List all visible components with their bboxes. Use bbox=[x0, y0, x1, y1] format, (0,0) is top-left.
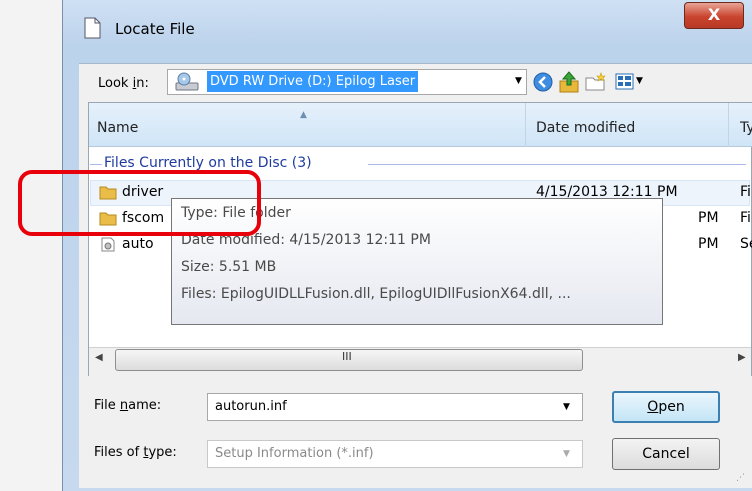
annotation-highlight-box bbox=[18, 170, 261, 236]
list-header bbox=[89, 103, 752, 147]
file-type-label: Files of type: bbox=[94, 445, 177, 460]
view-menu-icon[interactable] bbox=[614, 72, 636, 92]
window-title: Locate File bbox=[115, 20, 195, 38]
file-type: Se bbox=[740, 236, 752, 252]
file-name-dropdown-arrow[interactable]: ▼ bbox=[563, 402, 570, 412]
sort-ascending-icon: ▲ bbox=[300, 110, 307, 120]
file-type-dropdown-arrow[interactable]: ▼ bbox=[563, 449, 570, 459]
look-in-label: Look in: bbox=[98, 76, 149, 91]
file-type: Fi bbox=[740, 184, 751, 200]
view-menu-arrow[interactable]: ▼ bbox=[636, 76, 643, 86]
scrollbar-grip-icon: III bbox=[342, 350, 352, 363]
look-in-dropdown-arrow[interactable]: ▼ bbox=[515, 76, 522, 86]
document-icon bbox=[84, 17, 101, 39]
group-divider bbox=[368, 164, 746, 165]
dvd-drive-icon bbox=[175, 72, 199, 91]
column-date-modified[interactable]: Date modified bbox=[536, 120, 635, 136]
scroll-left-arrow[interactable]: ◀ bbox=[95, 352, 103, 363]
cancel-button[interactable]: Cancel bbox=[612, 438, 720, 470]
file-date: PM bbox=[698, 236, 719, 252]
tooltip-size: Size: 5.51 MB bbox=[181, 259, 277, 275]
column-name[interactable]: Name bbox=[97, 120, 138, 136]
settings-file-icon bbox=[101, 237, 115, 252]
group-divider bbox=[90, 164, 102, 165]
resize-grip-icon[interactable]: ⋰ bbox=[736, 473, 745, 483]
scroll-right-arrow[interactable]: ▶ bbox=[738, 352, 746, 363]
file-type: Fi bbox=[740, 210, 751, 226]
look-in-value: DVD RW Drive (D:) Epilog Laser bbox=[207, 71, 419, 92]
up-folder-icon[interactable] bbox=[558, 70, 580, 94]
file-type-select[interactable]: Setup Information (*.inf) bbox=[207, 440, 583, 468]
file-name-input[interactable]: autorun.inf bbox=[207, 393, 583, 421]
column-separator[interactable] bbox=[728, 103, 729, 147]
tooltip-files: Files: EpilogUIDLLFusion.dll, EpilogUIDl… bbox=[181, 286, 571, 302]
file-name: auto bbox=[122, 236, 154, 252]
file-name-label: File name: bbox=[94, 398, 162, 413]
column-type[interactable]: Ty bbox=[740, 120, 752, 136]
column-separator[interactable] bbox=[525, 103, 526, 147]
open-button[interactable]: Open bbox=[612, 391, 720, 423]
background-left bbox=[0, 0, 62, 491]
file-date: PM bbox=[698, 210, 719, 226]
back-icon[interactable] bbox=[532, 71, 554, 93]
new-folder-icon[interactable] bbox=[584, 72, 608, 92]
close-button[interactable]: X bbox=[684, 2, 744, 29]
group-header[interactable]: Files Currently on the Disc (3) bbox=[104, 155, 312, 171]
